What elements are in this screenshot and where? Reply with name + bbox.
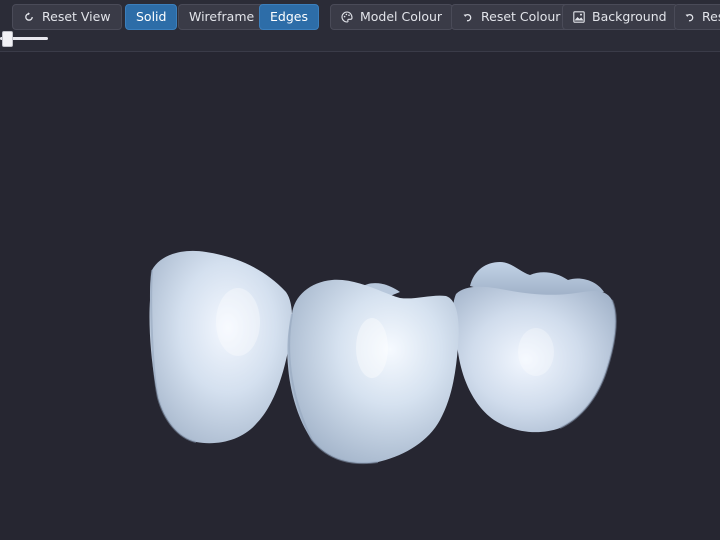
image-icon	[573, 11, 585, 23]
palette-icon	[341, 11, 353, 23]
background-label: Background	[592, 9, 667, 24]
model-colour-button[interactable]: Model Colour	[330, 4, 454, 30]
reset-view-button[interactable]: Reset View	[12, 4, 122, 30]
3d-viewport[interactable]	[0, 52, 720, 540]
undo-icon	[462, 11, 474, 23]
edges-button[interactable]: Edges	[259, 4, 319, 30]
solid-button[interactable]: Solid	[125, 4, 178, 30]
slider-thumb[interactable]	[2, 31, 13, 47]
left-tooth	[149, 250, 293, 444]
edges-label: Edges	[270, 9, 308, 24]
dental-model	[149, 250, 617, 465]
reset-background-button[interactable]: Res	[674, 4, 720, 30]
reset-colour-button[interactable]: Reset Colour	[451, 4, 572, 30]
middle-tooth-highlight	[356, 318, 388, 378]
reset-background-label: Res	[702, 9, 720, 24]
wireframe-button[interactable]: Wireframe	[178, 4, 266, 30]
reset-view-label: Reset View	[42, 9, 111, 24]
solid-label: Solid	[136, 9, 167, 24]
model-colour-label: Model Colour	[360, 9, 443, 24]
toolbar: Reset View Solid Wireframe Edges Model C…	[0, 0, 720, 52]
reset-colour-label: Reset Colour	[481, 9, 561, 24]
undo-icon	[685, 11, 695, 23]
right-tooth-highlight	[518, 328, 554, 376]
left-tooth-highlight	[216, 288, 260, 356]
background-button[interactable]: Background	[562, 4, 678, 30]
rotate-ccw-icon	[23, 11, 35, 23]
wireframe-label: Wireframe	[189, 9, 255, 24]
